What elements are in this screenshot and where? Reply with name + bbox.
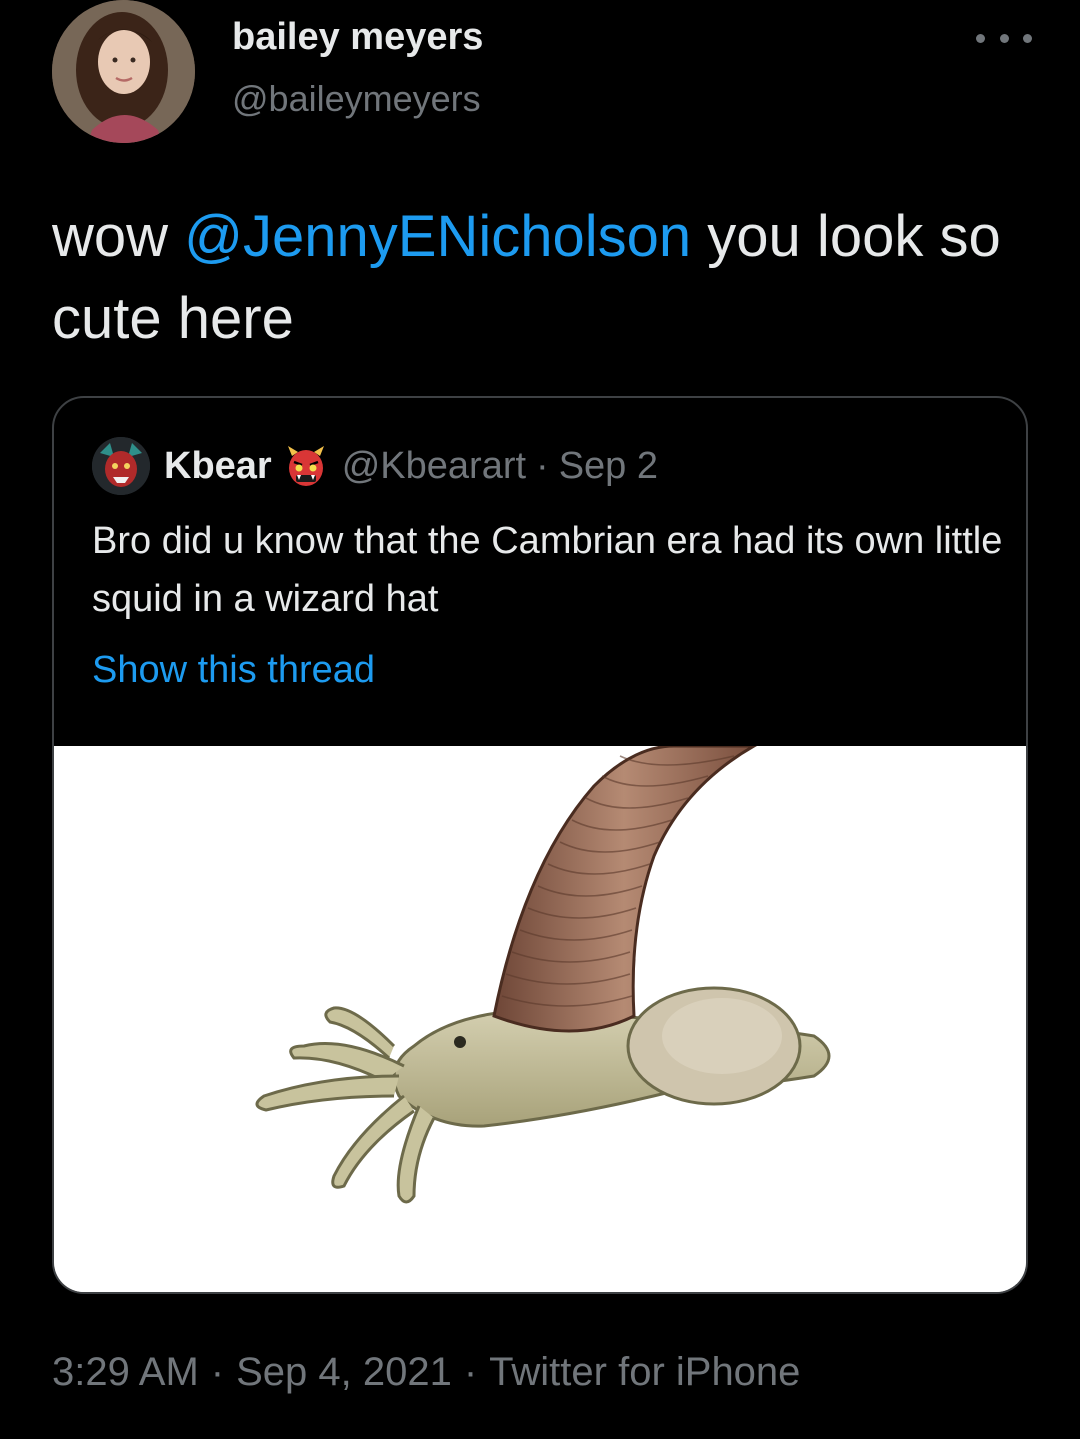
- tweet-text-before: wow: [52, 204, 185, 269]
- author-avatar[interactable]: [52, 0, 195, 143]
- tweet-time[interactable]: 3:29 AM: [52, 1350, 199, 1394]
- tweet-source[interactable]: Twitter for iPhone: [489, 1350, 800, 1394]
- author-handle[interactable]: @baileymeyers: [232, 78, 481, 120]
- more-dot-icon: [976, 33, 985, 43]
- quoted-author-handle[interactable]: @Kbearart: [342, 445, 526, 488]
- tweet-header: bailey meyers @baileymeyers: [52, 0, 1032, 150]
- japanese-ogre-emoji-icon: [284, 444, 328, 488]
- more-dot-icon: [999, 33, 1009, 43]
- quoted-author-avatar[interactable]: [92, 437, 150, 495]
- quoted-meta-separator: ·: [536, 444, 549, 487]
- mention-link[interactable]: @JennyENicholson: [184, 204, 691, 269]
- tweet-text: wow @JennyENicholson you look so cute he…: [52, 196, 1012, 360]
- quoted-tweet-date[interactable]: Sep 2: [559, 445, 658, 488]
- tweet-date[interactable]: Sep 4, 2021: [236, 1350, 452, 1394]
- tweet-metadata: 3:29 AM · Sep 4, 2021 · Twitter for iPhone: [52, 1350, 800, 1395]
- meta-separator: ·: [463, 1350, 478, 1394]
- quoted-tweet-text: Bro did u know that the Cambrian era had…: [92, 520, 1003, 620]
- quoted-tweet-card[interactable]: Kbear @Kbearart · Sep 2 Bro did u know t…: [52, 396, 1028, 1294]
- meta-separator: ·: [210, 1350, 225, 1394]
- more-options-button[interactable]: [976, 24, 1032, 52]
- quoted-tweet-image[interactable]: [54, 746, 1026, 1292]
- more-dot-icon: [1023, 33, 1032, 43]
- quoted-tweet-header: Kbear @Kbearart · Sep 2: [92, 434, 658, 498]
- show-thread-link[interactable]: Show this thread: [92, 642, 375, 698]
- author-name[interactable]: bailey meyers: [232, 16, 483, 59]
- quoted-author-name[interactable]: Kbear: [164, 445, 272, 488]
